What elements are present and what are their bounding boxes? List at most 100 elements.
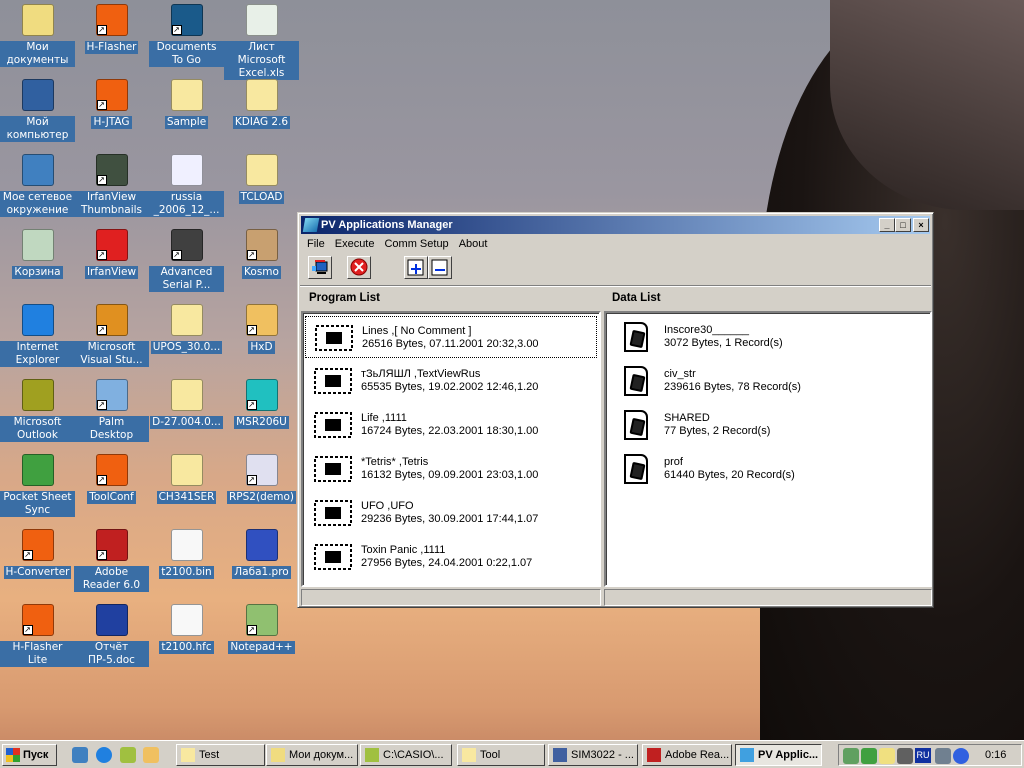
clock[interactable]: 0:16 [985,749,1006,761]
desktop-icon[interactable]: ↗ Documents To Go [149,4,224,67]
data-list-item[interactable]: civ_str 239616 Bytes, 78 Record(s) [608,360,928,402]
desktop-icon-label: UPOS_30.0... [150,341,223,354]
system-tray: RU 0:16 [838,744,1022,766]
shortcut-arrow-icon: ↗ [96,250,107,260]
desktop-icon-image: ↗ [245,454,278,486]
program-list-item[interactable]: UFO ,UFO 29236 Bytes, 30.09.2001 17:44,1.… [305,492,597,534]
desktop-icon[interactable]: ↗ Advanced Serial P... [149,229,224,292]
desktop-icon[interactable]: Pocket Sheet Sync [0,454,75,517]
desktop-icon[interactable]: UPOS_30.0... [149,304,224,354]
desktop-icon[interactable]: ↗ RPS2(demo) [224,454,299,504]
desktop-icon[interactable]: t2100.hfc [149,604,224,654]
send-to-device-button[interactable] [308,256,332,279]
data-info: 61440 Bytes, 20 Record(s) [664,469,795,481]
desktop-icon[interactable]: ↗ IrfanView [74,229,149,279]
notepad-icon[interactable] [120,747,136,763]
desktop-icon[interactable]: Internet Explorer [0,304,75,367]
desktop-icon[interactable]: russia _2006_12_... [149,154,224,217]
desktop-icon-image [21,454,54,486]
close-button[interactable]: × [913,218,929,232]
network-disconnected-icon[interactable] [935,748,951,764]
desktop-icon-image [21,229,54,261]
sync-icon[interactable] [861,748,877,764]
device-icon[interactable] [897,748,913,764]
language-indicator[interactable]: RU [915,748,931,763]
desktop-icon[interactable]: ↗ Adobe Reader 6.0 [74,529,149,592]
desktop-icon[interactable]: ↗ Palm Desktop [74,379,149,442]
taskbar-button[interactable]: Tool [457,744,545,766]
data-list-item[interactable]: prof 61440 Bytes, 20 Record(s) [608,448,928,490]
desktop-icon[interactable]: ↗ Kosmo [224,229,299,279]
desktop-icon[interactable]: ↗ H-Flasher [74,4,149,54]
menu-execute[interactable]: Execute [330,236,380,253]
desktop-icon[interactable]: ↗ H-Flasher Lite [0,604,75,667]
data-list-item[interactable]: Inscore30______ 3072 Bytes, 1 Record(s) [608,316,928,358]
data-list-item[interactable]: SHARED 77 Bytes, 2 Record(s) [608,404,928,446]
desktop-icon[interactable]: TCLOAD [224,154,299,204]
shortcut-arrow-icon: ↗ [171,25,182,35]
desktop-icon-label: t2100.bin [159,566,214,579]
taskbar-button[interactable]: Test [176,744,265,766]
maximize-button[interactable]: □ [895,218,911,232]
desktop-icon-image: ↗ [95,529,128,561]
program-list[interactable]: Lines ,[ No Comment ] 26516 Bytes, 07.11.… [301,311,601,587]
menu-about[interactable]: About [454,236,493,253]
program-list-item[interactable]: Lines ,[ No Comment ] 26516 Bytes, 07.11.… [305,316,597,358]
show-desktop-icon[interactable] [72,747,88,763]
collapse-icon [431,259,448,276]
taskbar-button[interactable]: C:\CASIO\... [360,744,452,766]
program-list-item[interactable]: тЗьЛЯШЛ ,TextViewRus 65535 Bytes, 19.02.2… [305,360,597,402]
desktop-icon[interactable]: KDIAG 2.6 [224,79,299,129]
taskbar-button[interactable]: Мои докум... [266,744,358,766]
taskbar-button-label: C:\CASIO\... [383,749,444,761]
start-button[interactable]: Пуск [2,744,57,766]
desktop-icon[interactable]: Sample [149,79,224,129]
taskbar-button[interactable]: SIM3022 - ... [548,744,638,766]
program-list-item[interactable]: Life ,1111 16724 Bytes, 22.03.2001 18:30,… [305,404,597,446]
desktop-icon[interactable]: ↗ Microsoft Visual Stu... [74,304,149,367]
activesync-icon[interactable] [953,748,969,764]
network-icon[interactable] [843,748,859,764]
taskbar-button[interactable]: Adobe Rea... [642,744,732,766]
desktop-icon[interactable]: Корзина [0,229,75,279]
taskbar-app-icon [365,748,379,762]
desktop-icon[interactable]: CH341SER [149,454,224,504]
desktop-icon[interactable]: Лаба1.pro [224,529,299,579]
collapse-button[interactable] [428,256,452,279]
desktop-icon[interactable]: t2100.bin [149,529,224,579]
program-info: 65535 Bytes, 19.02.2002 12:46,1.20 [361,381,539,393]
menu-comm-setup[interactable]: Comm Setup [379,236,453,253]
desktop-icon[interactable]: ↗ H-JTAG [74,79,149,129]
expand-button[interactable] [404,256,428,279]
desktop-icon-image [21,379,54,411]
desktop-icon[interactable]: ↗ Notepad++ [224,604,299,654]
desktop-icon[interactable]: ↗ H-Converter [0,529,75,579]
desktop-icon[interactable]: Microsoft Outlook [0,379,75,442]
taskbar-button[interactable]: PV Applic... [735,744,822,766]
shortcut-arrow-icon: ↗ [96,475,107,485]
title-bar[interactable]: PV Applications Manager _ □ × [301,216,930,234]
menu-file[interactable]: File [302,236,330,253]
program-list-item[interactable]: Toxin Panic ,1111 27956 Bytes, 24.04.2001… [305,536,597,578]
desktop-icon[interactable]: Мои документы [0,4,75,67]
data-list[interactable]: Inscore30______ 3072 Bytes, 1 Record(s) ci… [604,311,932,587]
hxd-icon[interactable] [143,747,159,763]
delete-button[interactable] [347,256,371,279]
desktop-icon[interactable]: Мое сетевое окружение [0,154,75,217]
minimize-button[interactable]: _ [879,218,895,232]
desktop-icon[interactable]: Мой компьютер [0,79,75,142]
desktop-icon[interactable]: D-27.004.0... [149,379,224,429]
internet-explorer-icon[interactable] [96,747,112,763]
program-name: Life ,1111 [361,412,407,424]
desktop-icon[interactable]: ↗ HxD [224,304,299,354]
program-list-item[interactable]: *Tetris* ,Tetris 16132 Bytes, 09.09.2001 … [305,448,597,490]
desktop-icon[interactable]: ↗ ToolConf [74,454,149,504]
desktop-icon[interactable]: ↗ IrfanView Thumbnails [74,154,149,217]
volume-icon[interactable] [879,748,895,764]
program-name: *Tetris* ,Tetris [361,456,429,468]
desktop-icon[interactable]: ↗ MSR206U [224,379,299,429]
desktop-icon[interactable]: Лист Microsoft Excel.xls [224,4,299,80]
desktop-icon[interactable]: Отчёт ПР-5.doc [74,604,149,667]
desktop-icon-label: Мой компьютер [0,116,75,142]
lines-icon [312,323,356,353]
